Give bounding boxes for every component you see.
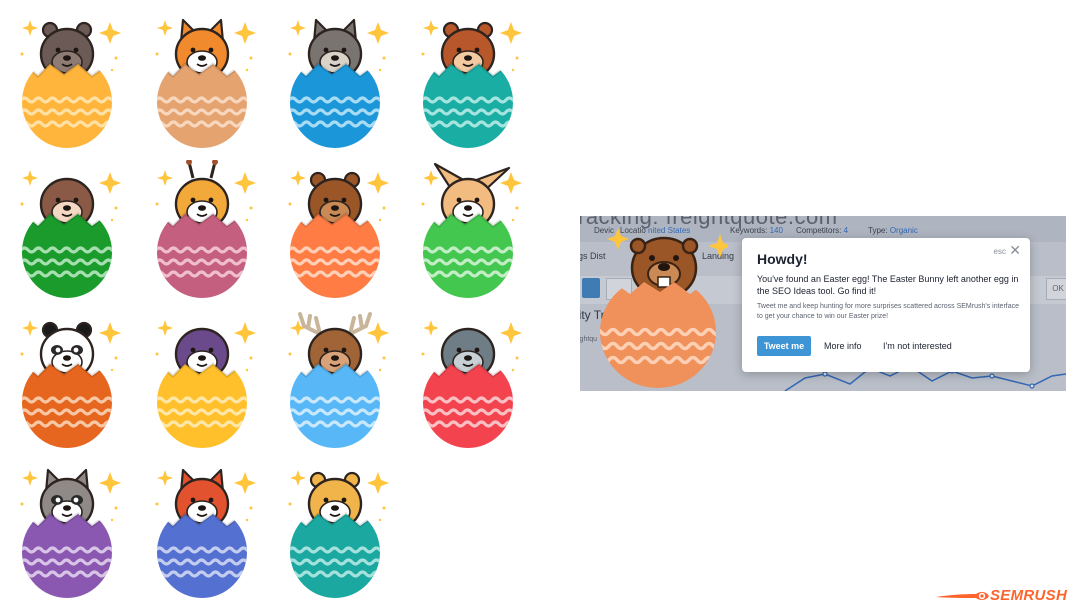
easter-egg-squirrel — [413, 10, 523, 150]
moose-egg-art — [288, 312, 389, 448]
egg-shell — [157, 362, 247, 448]
semrush-logo: SEMRUSH — [936, 585, 1076, 607]
easter-egg-hamster — [280, 460, 390, 600]
sloth-egg-art — [20, 170, 121, 298]
raccoon-egg-art — [20, 468, 121, 598]
egg-shell — [290, 512, 380, 598]
egg-shell — [423, 62, 513, 148]
close-icon[interactable]: ✕ — [1009, 242, 1021, 259]
red-panda-egg-art — [155, 468, 256, 598]
egg-shell — [22, 212, 112, 298]
easter-egg-moose — [280, 310, 390, 450]
easter-egg-panda — [12, 310, 122, 450]
dialog-title: Howdy! — [757, 251, 808, 267]
easter-egg-beaver — [280, 160, 390, 300]
easter-egg-seal — [413, 310, 523, 450]
egg-shell — [157, 512, 247, 598]
egg-shell — [157, 212, 247, 298]
egg-shell — [22, 512, 112, 598]
egg-shell — [290, 212, 380, 298]
easter-egg-dialog: esc ✕ Howdy! You've found an Easter egg!… — [742, 238, 1030, 372]
easter-egg-giraffe — [147, 160, 257, 300]
sea-otter-egg-art — [20, 20, 121, 148]
hamster-egg-art — [288, 470, 389, 598]
egg-shell — [423, 212, 513, 298]
egg-shell — [157, 62, 247, 148]
giraffe-egg-art — [155, 160, 256, 298]
not-interested-link[interactable]: I'm not interested — [883, 341, 952, 351]
beaver-egg-overlay[interactable] — [598, 222, 728, 392]
egg-shell — [290, 362, 380, 448]
egg-shell — [290, 62, 380, 148]
squirrel-egg-art — [421, 20, 522, 148]
easter-egg-raccoon — [12, 460, 122, 600]
easter-egg-sea-otter — [12, 10, 122, 150]
egg-shell — [423, 362, 513, 448]
semrush-flame-icon — [936, 591, 989, 601]
easter-egg-red-panda — [147, 460, 257, 600]
easter-egg-sloth — [12, 160, 122, 300]
corgi-egg-art — [155, 18, 256, 148]
more-info-link[interactable]: More info — [824, 341, 862, 351]
tweet-me-button[interactable]: Tweet me — [757, 336, 811, 356]
semrush-wordmark: SEMRUSH — [990, 587, 1068, 604]
easter-egg-owl — [280, 10, 390, 150]
owl-egg-art — [288, 18, 389, 148]
eagle-egg-art — [155, 320, 256, 448]
panda-egg-art — [20, 320, 121, 448]
seal-egg-art — [421, 320, 522, 448]
easter-egg-corgi — [147, 10, 257, 150]
moose-icon — [298, 312, 372, 381]
esc-hint: esc — [993, 247, 1006, 256]
egg-shell — [600, 282, 716, 388]
dialog-message: You've found an Easter egg! The Easter B… — [757, 274, 1019, 296]
fennec-fox-egg-art — [421, 162, 522, 298]
egg-shell — [22, 362, 112, 448]
beaver-egg-art — [288, 170, 389, 298]
easter-egg-eagle — [147, 310, 257, 450]
dialog-small-print: Tweet me and keep hunting for more surpr… — [757, 303, 1020, 320]
egg-shell — [22, 62, 112, 148]
easter-egg-fennec-fox — [413, 160, 523, 300]
